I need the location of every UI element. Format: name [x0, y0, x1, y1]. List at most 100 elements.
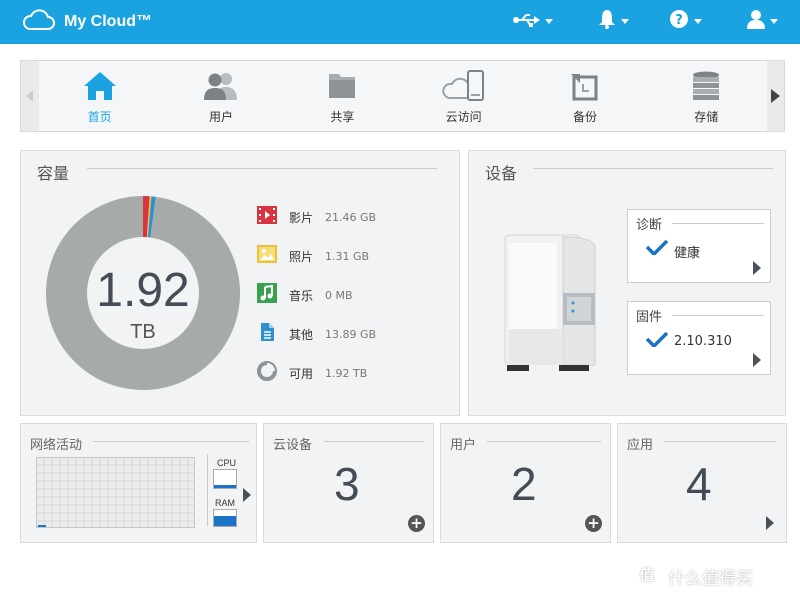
nav-item-home[interactable]: 首页: [39, 61, 160, 131]
diagnostics-value: 健康: [674, 246, 701, 261]
users-title: 用户: [450, 438, 477, 453]
nav-next-button[interactable]: [766, 61, 784, 131]
folder-icon: [327, 69, 357, 103]
nav-prev-button[interactable]: [21, 61, 39, 131]
chevron-right-icon[interactable]: [753, 353, 761, 367]
user-menu[interactable]: [747, 9, 778, 33]
apps-panel: 应用 4: [617, 423, 787, 543]
legend-item-free: 可用 1.92 TB: [257, 361, 368, 385]
cloud-logo-icon: [22, 9, 56, 35]
nav-item-users[interactable]: 用户: [160, 61, 281, 131]
home-icon: [83, 69, 117, 103]
nas-device-image: [504, 234, 596, 371]
network-title: 网络活动: [30, 438, 83, 453]
nav-label: 云访问: [445, 110, 482, 124]
nav-label: 备份: [572, 110, 597, 124]
legend-value: 1.31 GB: [325, 249, 370, 263]
device-title: 设备: [485, 164, 518, 183]
users-count: 2: [511, 458, 537, 510]
chevron-down-icon: [770, 18, 778, 24]
legend-item-photos: 照片 1.31 GB: [257, 245, 369, 267]
divider: [93, 441, 249, 442]
storage-icon: [690, 69, 722, 103]
capacity-title: 容量: [37, 164, 70, 183]
legend-name: 照片: [289, 249, 314, 264]
plus-icon: +: [410, 514, 423, 532]
firmware-title: 固件: [636, 310, 663, 325]
ram-meter-fill: [214, 516, 236, 526]
legend-value: 0 MB: [325, 288, 353, 302]
diagnostics-title: 诊断: [636, 218, 663, 233]
photo-icon: [257, 245, 277, 267]
users-icon: [203, 69, 239, 103]
chevron-right-icon[interactable]: [243, 488, 251, 502]
nav-label: 共享: [330, 110, 355, 124]
notifications-menu[interactable]: [598, 9, 629, 33]
capacity-total-unit: TB: [130, 321, 156, 343]
diagnostics-card[interactable]: 诊断 健康: [627, 209, 771, 283]
pie-icon: [257, 361, 277, 385]
usb-menu[interactable]: [512, 9, 553, 33]
legend-item-music: 音乐 0 MB: [257, 283, 353, 306]
watermark: 值 什么值得买: [632, 560, 753, 593]
cloud-devices-count: 3: [334, 458, 360, 510]
watermark-text: 什么值得买: [668, 569, 753, 589]
capacity-donut-chart: 1.92 TB: [45, 196, 241, 390]
cpu-meter: [213, 469, 237, 489]
document-icon: [257, 322, 277, 346]
help-icon: ?: [669, 9, 689, 33]
capacity-total-value: 1.92: [96, 264, 189, 317]
add-cloud-device-button[interactable]: +: [408, 515, 425, 532]
ram-meter: [213, 509, 237, 527]
cpu-label: CPU: [217, 458, 237, 468]
brand[interactable]: My Cloud™: [22, 9, 152, 35]
divider: [324, 441, 424, 442]
nav-label: 存储: [694, 110, 719, 124]
nav-label: 首页: [87, 110, 112, 124]
app-title: My Cloud™: [64, 13, 152, 30]
legend-item-movies: 影片 21.46 GB: [257, 206, 376, 228]
nav-label: 用户: [208, 110, 233, 124]
usb-icon: [512, 12, 540, 31]
divider: [533, 168, 773, 169]
firmware-card[interactable]: 固件 2.10.310: [627, 301, 771, 375]
chevron-down-icon: [545, 18, 553, 24]
legend-name: 影片: [289, 210, 314, 225]
ram-label: RAM: [215, 498, 235, 508]
legend-name: 其他: [289, 327, 314, 342]
chevron-down-icon: [621, 18, 629, 24]
legend-item-other: 其他 13.89 GB: [257, 323, 376, 345]
check-icon: [645, 239, 669, 259]
network-activity-panel: 网络活动 CPU RAM: [20, 423, 257, 543]
legend-name: 可用: [289, 366, 314, 381]
users-panel: 用户 2 +: [440, 423, 611, 543]
movie-icon: [257, 206, 277, 228]
nav-item-cloud-access[interactable]: 云访问: [403, 61, 524, 131]
divider: [672, 315, 764, 316]
cloud-devices-title: 云设备: [273, 438, 313, 453]
add-user-button[interactable]: +: [585, 515, 602, 532]
legend-value: 13.89 GB: [325, 327, 377, 341]
nav-item-storage[interactable]: 存储: [646, 61, 767, 131]
nav-item-backup[interactable]: 备份: [524, 61, 645, 131]
divider: [487, 441, 601, 442]
svg-text:?: ?: [675, 13, 683, 28]
user-icon: [747, 9, 765, 33]
chevron-right-icon[interactable]: [753, 261, 761, 275]
legend-value: 1.92 TB: [325, 366, 368, 380]
divider: [664, 441, 776, 442]
capacity-panel: 容量 1.92 TB 影片 21.46 GB 照片 1.31 GB 音乐 0 M…: [20, 150, 460, 416]
backup-icon: [569, 69, 601, 103]
main-nav: 首页 用户 共享 云访问 备份 存储: [20, 60, 785, 132]
watermark-logo-icon: 值: [632, 560, 662, 593]
legend-value: 21.46 GB: [325, 210, 377, 224]
top-bar: My Cloud™ ?: [0, 0, 800, 44]
nav-item-shares[interactable]: 共享: [282, 61, 403, 131]
apps-title: 应用: [627, 438, 654, 453]
apps-count: 4: [686, 458, 712, 510]
check-icon: [645, 331, 669, 351]
cpu-meter-fill: [214, 485, 236, 488]
bell-icon: [598, 9, 616, 33]
chevron-right-icon[interactable]: [766, 516, 774, 530]
help-menu[interactable]: ?: [669, 9, 702, 33]
